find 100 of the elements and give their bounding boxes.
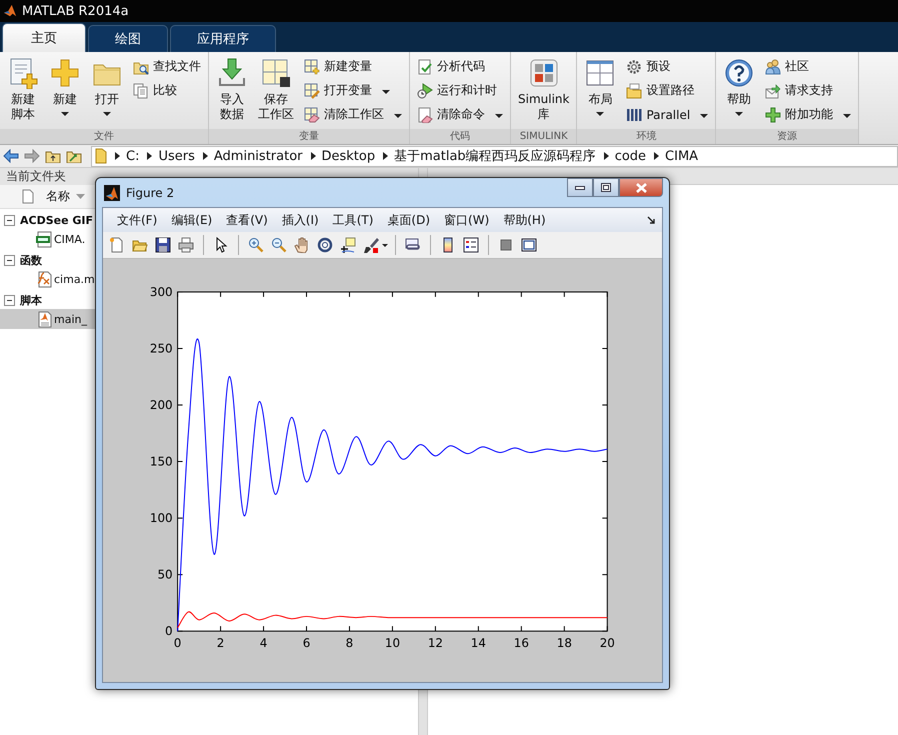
chevron-right-icon xyxy=(383,152,388,160)
menu-item[interactable]: 工具(T) xyxy=(326,212,382,228)
toolbar-button[interactable] xyxy=(361,235,381,255)
menu-item[interactable]: 编辑(E) xyxy=(165,212,220,228)
matlab-logo-icon xyxy=(104,184,120,200)
ribbon-button[interactable]: 运行和计时 xyxy=(414,80,506,101)
axis-tick-label: 200 xyxy=(150,398,173,412)
collapse-toggle-icon[interactable] xyxy=(4,214,15,226)
document-check-icon xyxy=(417,58,433,74)
matlab-logo-icon xyxy=(3,4,17,18)
file-row[interactable]: cima.m xyxy=(0,269,95,289)
menu-item[interactable]: 查看(V) xyxy=(220,212,276,228)
ribbon-button[interactable]: 打开变量 xyxy=(301,80,405,101)
function-file-icon xyxy=(36,270,52,288)
maximize-button[interactable] xyxy=(593,178,619,197)
printer-icon xyxy=(178,237,194,253)
axis-tick-label: 0 xyxy=(165,624,173,638)
axis-tick-label: 14 xyxy=(470,636,486,650)
ribbon-button[interactable]: 社区 xyxy=(762,56,854,77)
collapse-toggle-icon[interactable] xyxy=(4,294,15,306)
minimize-button[interactable] xyxy=(567,178,593,197)
ribbon-button[interactable]: 布局 xyxy=(581,55,620,118)
folder-up-icon[interactable] xyxy=(45,149,61,163)
minimize-icon xyxy=(575,186,585,190)
ribbon-button[interactable]: 清除工作区 xyxy=(301,104,405,125)
breadcrumb-link[interactable]: code xyxy=(614,148,646,164)
legend-icon xyxy=(463,237,479,253)
toolbar-button[interactable] xyxy=(315,235,335,255)
chevron-right-icon xyxy=(310,152,316,160)
axis-tick-label: 10 xyxy=(384,636,400,650)
ribbon-button[interactable]: 保存 工作区 xyxy=(255,55,297,124)
ribbon-tab[interactable]: 绘图 xyxy=(88,25,168,52)
toolbar-button[interactable] xyxy=(153,235,173,255)
chevron-right-icon xyxy=(604,152,609,160)
chevron-right-icon xyxy=(147,152,152,160)
parallel-bars-icon xyxy=(626,106,642,122)
breadcrumb-link[interactable]: Users xyxy=(158,148,195,164)
ribbon-button[interactable]: 请求支持 xyxy=(762,80,854,101)
back-icon[interactable] xyxy=(3,149,19,163)
group-heading: 函数 xyxy=(20,252,42,268)
file-row[interactable]: CIMA. xyxy=(0,229,95,249)
axis-tick-label: 4 xyxy=(260,636,268,650)
close-button[interactable] xyxy=(619,178,663,197)
ribbon-button[interactable]: 查找文件 xyxy=(130,56,204,77)
ribbon-button[interactable]: 打开 xyxy=(88,55,126,118)
group-label: 代码 xyxy=(410,129,510,144)
dock-arrow-icon[interactable] xyxy=(647,216,656,224)
ribbon-button[interactable]: 设置路径 xyxy=(623,80,712,101)
ribbon-button[interactable]: 帮助 xyxy=(720,55,758,118)
grid-eraser-icon xyxy=(304,106,320,122)
ribbon-button[interactable]: 新建 xyxy=(46,55,84,118)
menu-item[interactable]: 帮助(H) xyxy=(497,212,554,228)
toolbar-button[interactable] xyxy=(461,235,481,255)
rotate-icon xyxy=(317,237,333,253)
caret-icon[interactable] xyxy=(382,244,388,246)
group-label: 变量 xyxy=(209,129,409,144)
breadcrumb-link[interactable]: CIMA xyxy=(665,148,698,164)
ribbon-tab[interactable]: 主页 xyxy=(2,23,86,52)
frame-icon xyxy=(521,237,537,253)
breadcrumb-link[interactable]: Administrator xyxy=(214,148,302,164)
file-name: CIMA. xyxy=(54,232,86,246)
axis-tick-label: 250 xyxy=(150,341,173,356)
ribbon-button[interactable]: 导入 数据 xyxy=(213,55,251,124)
ribbon-button[interactable]: 预设 xyxy=(623,56,712,77)
breadcrumb-link[interactable]: Desktop xyxy=(322,148,376,164)
menu-item[interactable]: 桌面(D) xyxy=(381,212,438,228)
menu-item[interactable]: 插入(I) xyxy=(276,212,327,228)
breadcrumb-link[interactable]: 基于matlab编程西玛反应源码程序 xyxy=(394,147,596,165)
menu-item[interactable]: 窗口(W) xyxy=(438,212,498,228)
plus-icon xyxy=(765,106,782,122)
breadcrumb-link[interactable]: C: xyxy=(126,148,140,164)
collapse-toggle-icon[interactable] xyxy=(4,254,15,266)
import-icon xyxy=(216,57,248,89)
document-eraser-icon xyxy=(417,106,433,122)
ribbon-button[interactable]: 比较 xyxy=(130,80,204,101)
maximize-icon xyxy=(601,183,611,192)
ribbon-tab[interactable]: 应用程序 xyxy=(170,25,276,52)
column-header[interactable]: 名称 xyxy=(46,188,70,205)
ribbon-button[interactable]: Simulink 库 xyxy=(515,55,572,124)
ribbon-button[interactable]: 清除命令 xyxy=(414,104,506,125)
ribbon-button[interactable]: Parallel xyxy=(623,104,712,125)
forward-icon[interactable] xyxy=(24,149,40,163)
documents-icon xyxy=(133,82,149,98)
brush-icon xyxy=(363,237,379,253)
group-label: 环境 xyxy=(577,129,716,144)
ribbon-button[interactable]: 新建变量 xyxy=(301,56,405,77)
ribbon-button[interactable]: 分析代码 xyxy=(414,56,506,77)
ribbon-button[interactable]: 新建 脚本 xyxy=(4,55,42,124)
browse-folder-icon[interactable] xyxy=(66,149,82,163)
ribbon-button[interactable]: 附加功能 xyxy=(762,104,854,125)
file-row[interactable]: main_ xyxy=(0,309,95,329)
toolbar-button[interactable] xyxy=(338,235,358,255)
menu-item[interactable]: 文件(F) xyxy=(111,212,166,228)
plus-icon xyxy=(49,57,81,89)
help-icon xyxy=(723,57,756,89)
data-cursor-icon xyxy=(340,237,356,253)
axis-tick-label: 150 xyxy=(150,454,173,469)
axis-tick-label: 8 xyxy=(346,636,354,650)
group-heading: ACDSee GIF xyxy=(20,214,94,226)
address-field[interactable]: C: Users Administrator Desktop 基于matlab编程西玛反应源码程序 code CIMA xyxy=(91,146,898,166)
